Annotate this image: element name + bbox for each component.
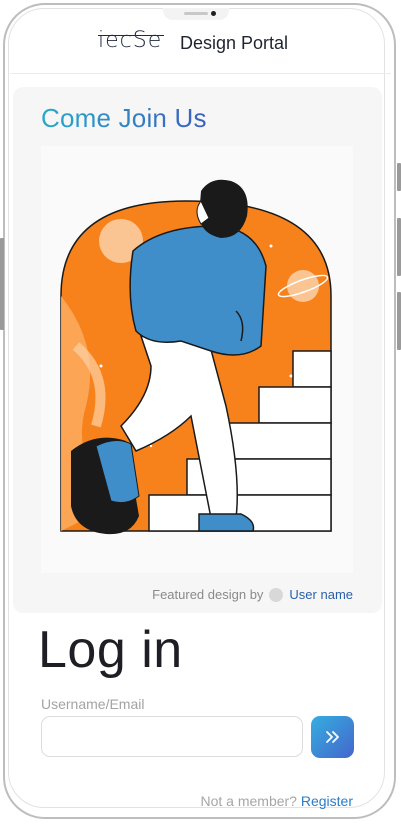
featured-illustration xyxy=(41,146,353,573)
user-avatar xyxy=(269,587,284,602)
stairs-climber-illustration xyxy=(60,179,332,535)
register-prompt-line: Not a member? Register xyxy=(200,793,353,809)
camera-dot xyxy=(211,11,216,16)
featured-credit: Featured design by User name xyxy=(152,587,353,602)
header-divider xyxy=(10,73,391,74)
submit-button[interactable] xyxy=(311,716,354,758)
side-button xyxy=(0,238,4,330)
login-title: Log in xyxy=(38,621,183,679)
side-button xyxy=(397,292,401,350)
featured-prefix: Featured design by xyxy=(152,587,264,602)
side-button xyxy=(397,163,401,191)
register-link[interactable]: Register xyxy=(301,793,353,809)
username-label: Username/Email xyxy=(41,696,145,712)
logo-overline xyxy=(98,35,164,36)
double-chevron-right-icon xyxy=(325,731,339,743)
card-title: Come Join Us xyxy=(41,103,207,133)
register-prompt: Not a member? xyxy=(200,793,297,809)
username-email-input[interactable] xyxy=(41,716,303,757)
portal-title: Design Portal xyxy=(180,33,289,53)
side-button xyxy=(397,218,401,276)
brand-logo: iecSe xyxy=(98,28,163,53)
speaker-grille xyxy=(184,12,208,15)
featured-user-link[interactable]: User name xyxy=(289,587,353,602)
